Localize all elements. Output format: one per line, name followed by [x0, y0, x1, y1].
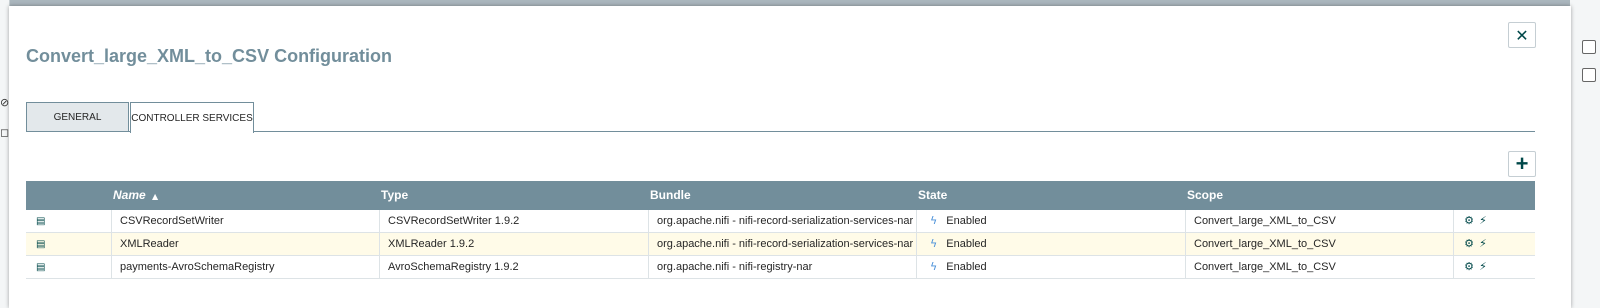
row-actions: ⚙ ⚡ [1453, 256, 1535, 278]
service-scope: Convert_large_XML_to_CSV [1185, 210, 1453, 232]
service-state: Enabled [946, 238, 987, 250]
enabled-bolt-icon: ϟ [930, 214, 938, 227]
table-row[interactable]: ▤ CSVRecordSetWriter CSVRecordSetWriter … [26, 210, 1535, 233]
row-info-cell: ▤ [26, 233, 111, 255]
sort-ascending-icon: ▲ [152, 192, 159, 201]
documentation-icon[interactable]: ▤ [26, 239, 45, 250]
plus-icon: + [1515, 151, 1529, 176]
row-info-cell: ▤ [26, 256, 111, 278]
service-bundle: org.apache.nifi - nifi-record-serializat… [648, 233, 916, 255]
configure-gear-icon[interactable]: ⚙ [1462, 256, 1476, 278]
service-state-cell: ϟ Enabled [916, 233, 1185, 255]
configuration-dialog: ✕ Convert_large_XML_to_CSV Configuration… [9, 6, 1571, 308]
documentation-icon[interactable]: ▤ [26, 216, 45, 227]
row-actions: ⚙ ⚡ [1453, 233, 1535, 255]
table-row[interactable]: ▤ XMLReader XMLReader 1.9.2 org.apache.n… [26, 233, 1535, 256]
add-controller-service-button[interactable]: + [1508, 151, 1536, 177]
disable-icon[interactable]: ⚡ [1476, 210, 1490, 232]
service-scope: Convert_large_XML_to_CSV [1185, 256, 1453, 278]
enabled-bolt-icon: ϟ [930, 237, 938, 250]
dialog-title: Convert_large_XML_to_CSV Configuration [26, 46, 393, 66]
service-state: Enabled [946, 261, 987, 273]
column-header-name-label: Name [113, 188, 146, 202]
table-row[interactable]: ▤ payments-AvroSchemaRegistry AvroSchema… [26, 256, 1535, 279]
service-name: CSVRecordSetWriter [111, 210, 379, 232]
service-type: CSVRecordSetWriter 1.9.2 [379, 210, 648, 232]
service-state: Enabled [946, 215, 987, 227]
canvas-right-edge [1570, 0, 1600, 308]
documentation-icon[interactable]: ▤ [26, 262, 45, 273]
disable-icon[interactable]: ⚡ [1476, 233, 1490, 255]
disable-icon[interactable]: ⚡ [1476, 256, 1490, 278]
service-type: XMLReader 1.9.2 [379, 233, 648, 255]
row-actions: ⚙ ⚡ [1453, 210, 1535, 232]
close-button[interactable]: ✕ [1508, 22, 1536, 48]
service-scope: Convert_large_XML_to_CSV [1185, 233, 1453, 255]
canvas-square [1582, 68, 1596, 82]
column-header-name[interactable]: Name ▲ [113, 181, 158, 210]
configure-gear-icon[interactable]: ⚙ [1462, 210, 1476, 232]
table-header: Name ▲ Type Bundle State Scope [26, 181, 1535, 210]
canvas-glyph: ◻ [0, 126, 10, 139]
controller-services-table: Name ▲ Type Bundle State Scope ▤ CSVReco… [26, 181, 1535, 279]
column-header-type[interactable]: Type [381, 181, 408, 210]
service-name: XMLReader [111, 233, 379, 255]
service-bundle: org.apache.nifi - nifi-registry-nar [648, 256, 916, 278]
canvas-glyph: ⊘ [0, 96, 10, 109]
row-info-cell: ▤ [26, 210, 111, 232]
service-bundle: org.apache.nifi - nifi-record-serializat… [648, 210, 916, 232]
tab-general[interactable]: GENERAL [26, 102, 129, 132]
service-type: AvroSchemaRegistry 1.9.2 [379, 256, 648, 278]
close-icon: ✕ [1515, 25, 1529, 45]
configure-gear-icon[interactable]: ⚙ [1462, 233, 1476, 255]
column-header-scope[interactable]: Scope [1187, 181, 1223, 210]
tab-controller-services[interactable]: CONTROLLER SERVICES [130, 102, 254, 133]
column-header-state[interactable]: State [918, 181, 947, 210]
canvas-square [1582, 40, 1596, 54]
service-state-cell: ϟ Enabled [916, 256, 1185, 278]
column-header-bundle[interactable]: Bundle [650, 181, 691, 210]
enabled-bolt-icon: ϟ [930, 260, 938, 273]
service-state-cell: ϟ Enabled [916, 210, 1185, 232]
service-name: payments-AvroSchemaRegistry [111, 256, 379, 278]
